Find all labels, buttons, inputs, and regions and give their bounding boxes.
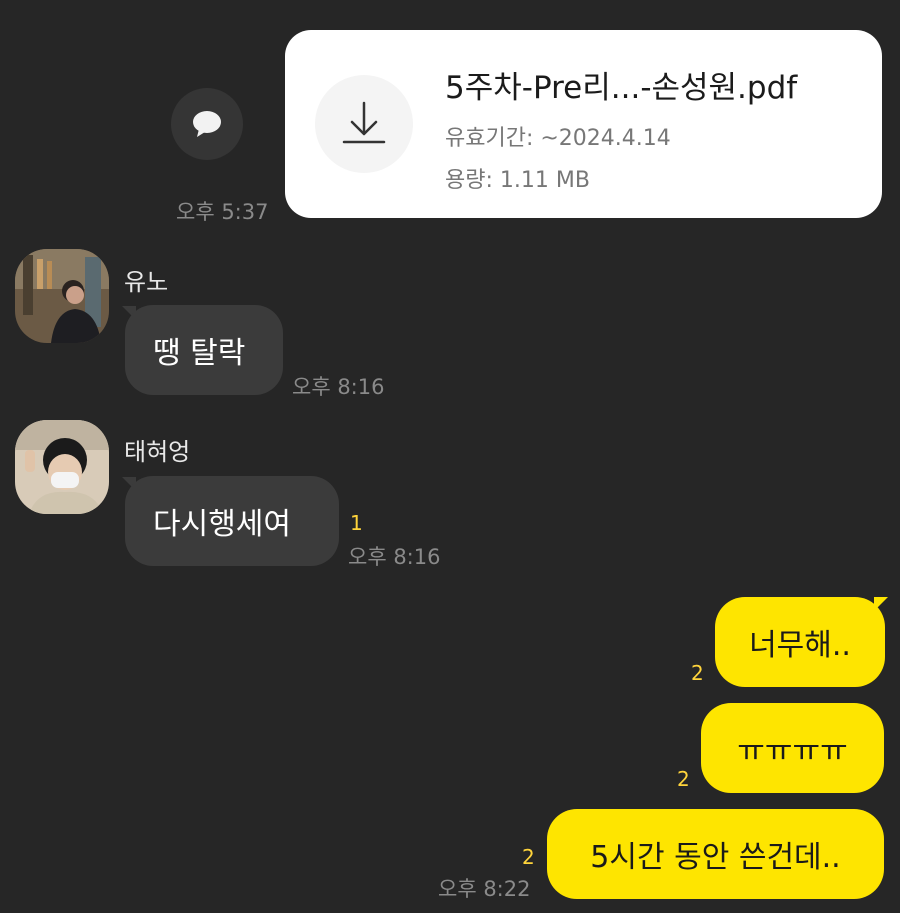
file-card[interactable]: 5주차-Pre리...-손성원.pdf 유효기간: ~2024.4.14 용량:… (285, 30, 882, 218)
unread-count: 1 (350, 511, 363, 535)
message-time: 오후 8:22 (438, 877, 531, 901)
sender-name: 태혀엉 (124, 438, 191, 466)
share-button[interactable] (171, 88, 243, 160)
unread-count: 2 (522, 845, 535, 869)
message-time: 오후 8:16 (292, 375, 385, 399)
download-icon (342, 101, 386, 144)
my-message-bubble[interactable]: 너무해.. (715, 597, 885, 687)
message-time: 오후 8:16 (348, 545, 441, 569)
file-expiry: 유효기간: ~2024.4.14 (445, 126, 671, 151)
message-text: 5시간 동안 쓴건데.. (590, 840, 841, 875)
sender-name: 유노 (124, 268, 169, 296)
download-button[interactable] (315, 75, 413, 173)
message-text: 땡 탈락 (153, 336, 246, 371)
message-bubble[interactable]: 다시행세여 (125, 476, 339, 566)
my-message-bubble[interactable]: 5시간 동안 쓴건데.. (547, 809, 884, 899)
message-bubble[interactable]: 땡 탈락 (125, 305, 283, 395)
file-name: 5주차-Pre리...-손성원.pdf (445, 70, 798, 106)
speech-bubble-icon (193, 111, 221, 137)
message-text: 너무해.. (749, 628, 851, 663)
unread-count: 2 (677, 767, 690, 791)
profile-photo (15, 420, 109, 514)
unread-count: 2 (691, 661, 704, 685)
file-message-time: 오후 5:37 (176, 200, 269, 224)
avatar[interactable] (15, 249, 109, 343)
avatar[interactable] (15, 420, 109, 514)
message-text: ㅠㅠㅠㅠ (737, 734, 848, 769)
my-message-bubble[interactable]: ㅠㅠㅠㅠ (701, 703, 884, 793)
profile-photo (15, 249, 109, 343)
message-text: 다시행세여 (153, 507, 291, 542)
file-size: 용량: 1.11 MB (445, 168, 590, 193)
